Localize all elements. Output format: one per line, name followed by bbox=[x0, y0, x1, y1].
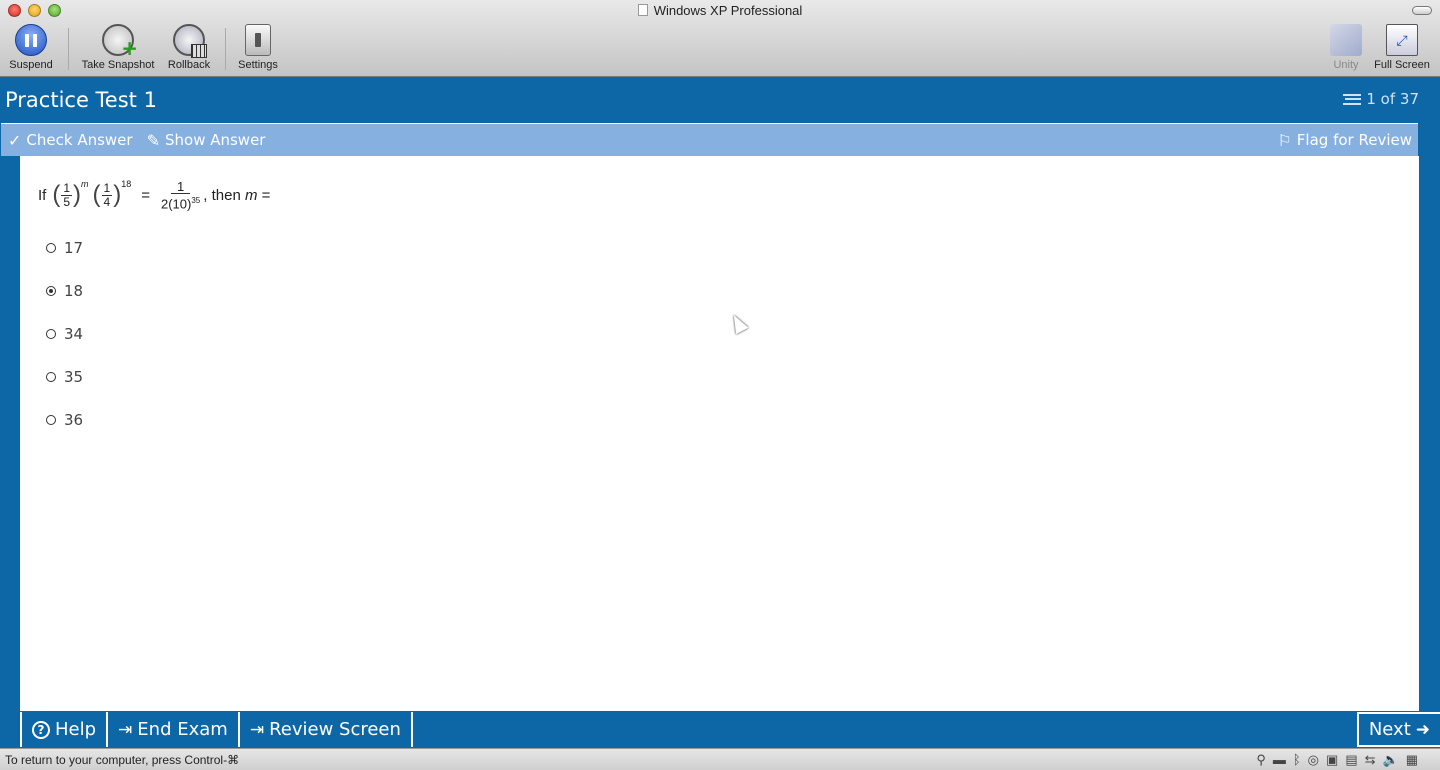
fraction-one-fourth: 1 4 bbox=[101, 180, 113, 209]
radio-button[interactable] bbox=[46, 243, 56, 253]
review-screen-button[interactable]: ⇥ Review Screen bbox=[237, 712, 413, 747]
answer-choice[interactable]: 36 bbox=[46, 411, 83, 429]
question-list-icon bbox=[1343, 93, 1362, 105]
end-exam-button[interactable]: ⇥ End Exam bbox=[106, 712, 238, 747]
unity-button[interactable]: Unity bbox=[1328, 24, 1364, 71]
check-icon: ✓ bbox=[8, 130, 22, 150]
toolbar-divider bbox=[68, 28, 69, 70]
exam-title: Practice Test 1 bbox=[5, 88, 157, 112]
answer-choice[interactable]: 17 bbox=[46, 239, 83, 257]
help-icon: ? bbox=[32, 720, 50, 739]
toolbar-divider bbox=[225, 28, 226, 70]
flag-for-review-button[interactable]: ⚐ Flag for Review bbox=[1270, 131, 1418, 150]
flag-icon: ⚐ bbox=[1277, 130, 1292, 150]
unity-icon bbox=[1330, 24, 1362, 56]
rollback-icon bbox=[173, 24, 207, 58]
disk-icon[interactable]: ▣ bbox=[1326, 752, 1338, 768]
question-counter: 1 of 37 bbox=[1343, 90, 1419, 108]
show-answer-icon: ✎ bbox=[146, 130, 160, 150]
next-arrow-icon: ➜ bbox=[1415, 719, 1430, 740]
question-stem: If ( 1 5 ) m ( 1 4 ) 18 = 1 2(10)35 , th… bbox=[38, 179, 271, 212]
radio-button[interactable] bbox=[46, 329, 56, 339]
radio-button-selected[interactable] bbox=[46, 286, 56, 296]
radio-button[interactable] bbox=[46, 415, 56, 425]
vm-status-bar: To return to your computer, press Contro… bbox=[0, 748, 1440, 770]
fraction-one-fifth: 1 5 bbox=[61, 180, 73, 209]
vm-window-toolbar: Windows XP Professional Suspend Take Sna… bbox=[0, 0, 1440, 77]
check-answer-button[interactable]: ✓ Check Answer bbox=[1, 131, 140, 150]
shared-folders-icon[interactable]: ⇆ bbox=[1365, 752, 1376, 768]
rhs-fraction: 1 2(10)35 bbox=[161, 179, 201, 212]
review-arrow-icon: ⇥ bbox=[249, 719, 265, 740]
answer-choice[interactable]: 34 bbox=[46, 325, 83, 343]
answer-choice[interactable]: 35 bbox=[46, 368, 83, 386]
full-screen-button[interactable]: ⤢ Full Screen bbox=[1372, 24, 1432, 71]
window-title: Windows XP Professional bbox=[0, 3, 1440, 18]
settings-switch-icon bbox=[245, 24, 271, 56]
next-button[interactable]: Next ➜ bbox=[1356, 712, 1440, 747]
sound-icon[interactable]: 🔈 bbox=[1383, 752, 1399, 768]
suspend-button[interactable]: Suspend bbox=[8, 24, 54, 71]
toolbar-toggle-button[interactable] bbox=[1412, 6, 1432, 15]
usb-icon[interactable]: ▬ bbox=[1273, 752, 1286, 768]
settings-button[interactable]: Settings bbox=[235, 24, 281, 71]
bluetooth-icon[interactable]: ᛒ bbox=[1293, 752, 1301, 768]
network-icon[interactable]: ⚲ bbox=[1256, 752, 1266, 768]
printer-icon[interactable]: ▤ bbox=[1345, 752, 1357, 768]
rollback-button[interactable]: Rollback bbox=[165, 24, 213, 71]
question-panel: If ( 1 5 ) m ( 1 4 ) 18 = 1 2(10)35 , th… bbox=[20, 156, 1419, 711]
take-snapshot-button[interactable]: Take Snapshot bbox=[78, 24, 158, 71]
exit-arrow-icon: ⇥ bbox=[118, 719, 133, 740]
snapshot-icon bbox=[102, 24, 138, 60]
show-answer-button[interactable]: ✎ Show Answer bbox=[140, 131, 273, 150]
device-icons: ⚲ ▬ ᛒ ◎ ▣ ▤ ⇆ 🔈 ▦ bbox=[1256, 752, 1440, 768]
radio-button[interactable] bbox=[46, 372, 56, 382]
expand-icon: ⤢ bbox=[1386, 24, 1418, 56]
answer-toolbar: ✓ Check Answer ✎ Show Answer ⚐ Flag for … bbox=[1, 123, 1418, 156]
answer-choice[interactable]: 18 bbox=[46, 282, 83, 300]
document-icon bbox=[637, 4, 648, 16]
exam-navigation-bar: ? Help ⇥ End Exam ⇥ Review Screen Next ➜ bbox=[20, 712, 1440, 747]
exponent-18: 18 bbox=[121, 179, 132, 190]
help-button[interactable]: ? Help bbox=[20, 712, 106, 747]
exponent-m: m bbox=[81, 179, 89, 190]
cd-icon[interactable]: ◎ bbox=[1308, 752, 1319, 768]
hard-drive-icon[interactable]: ▦ bbox=[1406, 752, 1418, 768]
pause-icon bbox=[15, 24, 47, 56]
